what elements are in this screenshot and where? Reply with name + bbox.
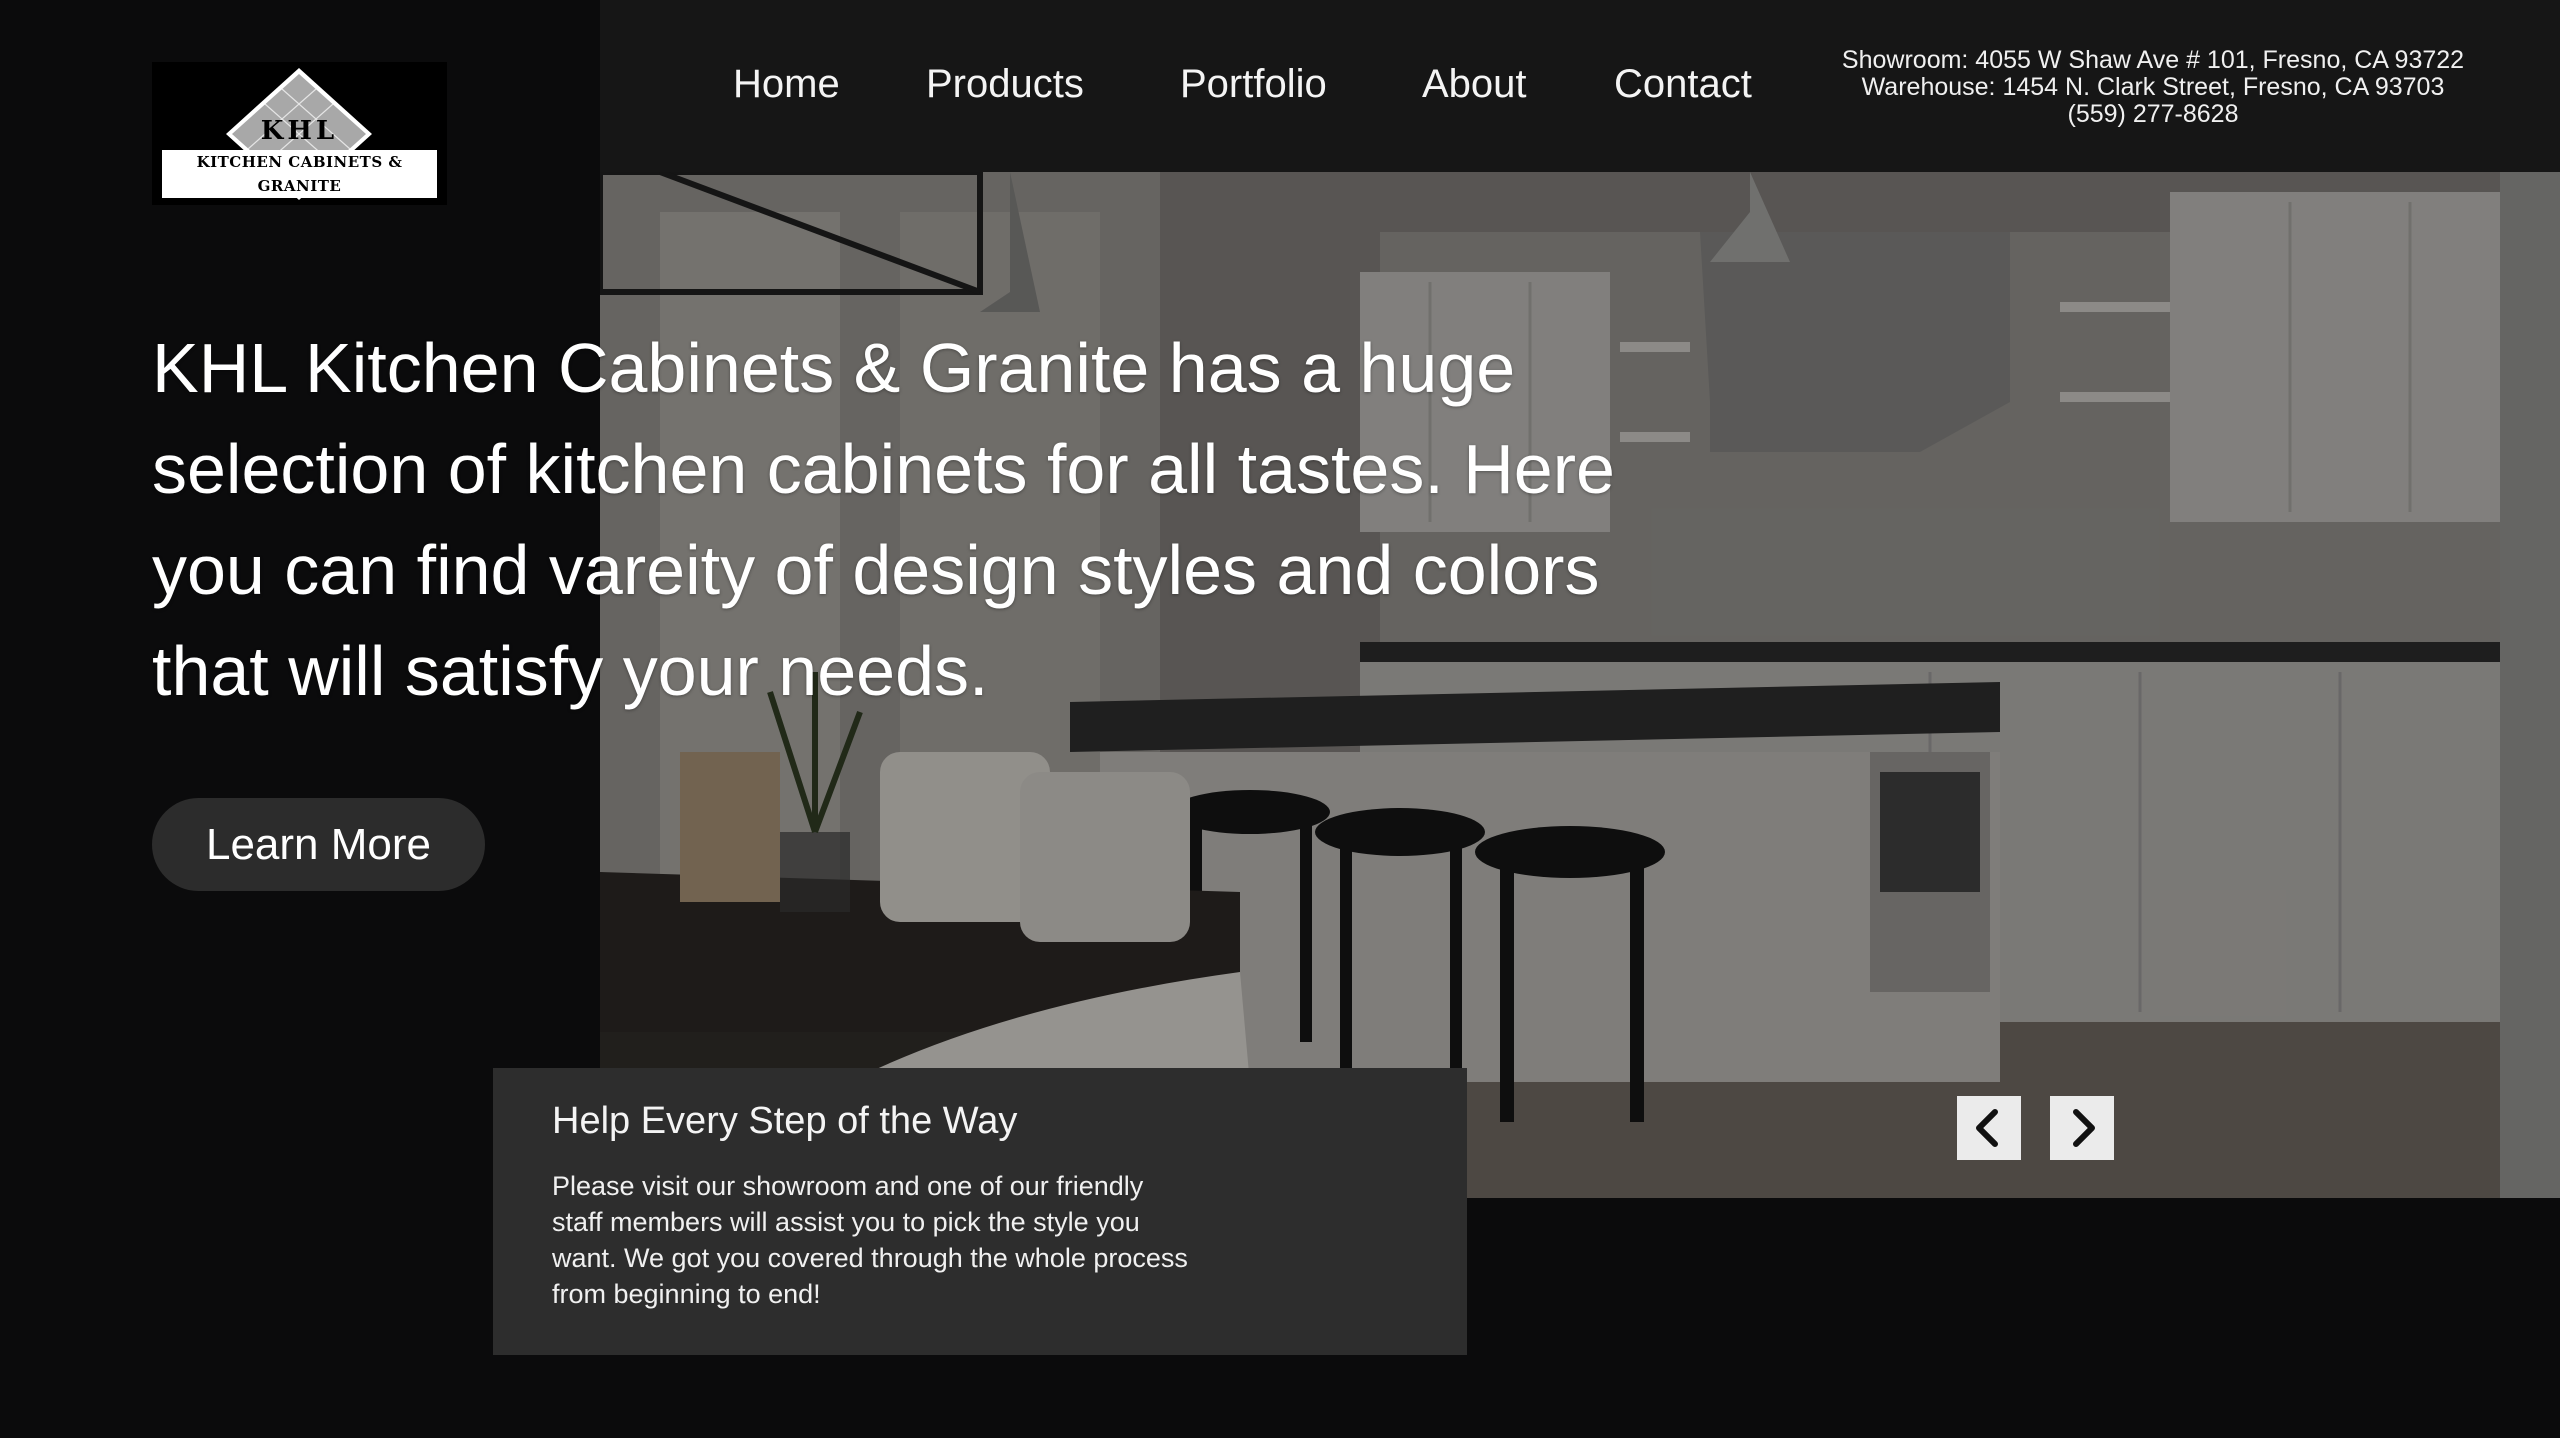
- showroom-address: Showroom: 4055 W Shaw Ave # 101, Fresno,…: [1841, 46, 2465, 74]
- nav-home[interactable]: Home: [733, 62, 840, 107]
- nav-about[interactable]: About: [1422, 62, 1527, 107]
- hero-headline: KHL Kitchen Cabinets & Granite has a hug…: [152, 329, 1615, 710]
- brand-logo[interactable]: KHL KITCHEN CABINETS & GRANITE: [152, 62, 447, 205]
- nav-products[interactable]: Products: [926, 62, 1084, 107]
- contact-info: Showroom: 4055 W Shaw Ave # 101, Fresno,…: [1803, 47, 2503, 128]
- help-card-title: Help Every Step of the Way: [552, 1100, 1018, 1142]
- help-card: Help Every Step of the Way Please visit …: [493, 1068, 1467, 1355]
- warehouse-address: Warehouse: 1454 N. Clark Street, Fresno,…: [1861, 73, 2445, 101]
- logo-wordmark: KITCHEN CABINETS & GRANITE: [162, 150, 437, 198]
- learn-more-button[interactable]: Learn More: [152, 798, 485, 891]
- help-card-body: Please visit our showroom and one of our…: [552, 1171, 1188, 1309]
- nav-portfolio[interactable]: Portfolio: [1180, 62, 1327, 107]
- slider-prev-button[interactable]: [1957, 1096, 2021, 1160]
- logo-monogram: KHL: [260, 116, 339, 146]
- chevron-left-icon: [1976, 1109, 1998, 1147]
- slider-next-button[interactable]: [2050, 1096, 2114, 1160]
- chevron-right-icon: [2073, 1109, 2095, 1147]
- nav-contact[interactable]: Contact: [1614, 62, 1752, 107]
- phone-number[interactable]: (559) 277-8628: [1803, 101, 2503, 128]
